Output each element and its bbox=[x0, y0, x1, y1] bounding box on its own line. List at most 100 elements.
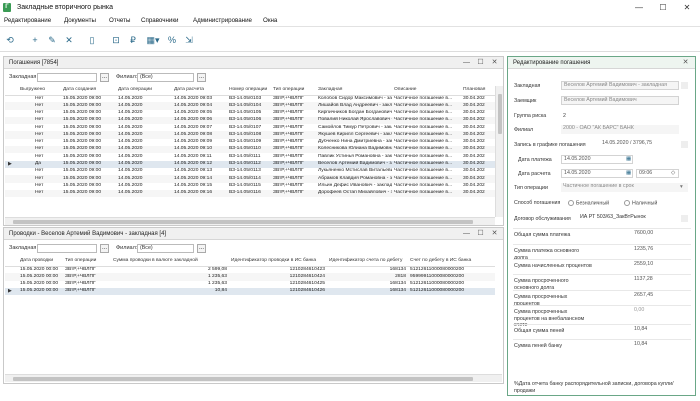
menu-windows[interactable]: Окна bbox=[263, 15, 277, 27]
sum-value[interactable]: 10,84 bbox=[632, 326, 687, 335]
menu-admin[interactable]: Администрирование bbox=[193, 15, 252, 27]
menu-edit[interactable]: Редактирование bbox=[4, 15, 51, 27]
delete-icon[interactable]: ✕ bbox=[63, 34, 75, 46]
payments-vscroll-thumb[interactable] bbox=[498, 94, 502, 134]
filter-branch-input[interactable]: (Все) bbox=[137, 244, 194, 253]
column-header[interactable]: Дата операции bbox=[116, 86, 172, 96]
pay-cash-radio[interactable]: Наличный bbox=[624, 200, 657, 207]
column-header[interactable]: Плановая bbox=[461, 86, 495, 96]
table-row[interactable]: 15.05.2020 00:00 ЗВтР,+ЧВЛПГ 10,84 12102846… bbox=[5, 287, 495, 296]
percent-icon[interactable]: % bbox=[166, 34, 178, 46]
schedule-field[interactable]: 14.05.2020 / 3796,75 bbox=[600, 140, 679, 149]
export-icon[interactable]: ⇲ bbox=[183, 34, 195, 46]
table-row[interactable]: Нет 15.05.2020 09:00 14.05.2020 14.05.2020 … bbox=[5, 153, 495, 160]
table-row[interactable]: Нет 15.05.2020 09:00 14.05.2020 14.05.2020 … bbox=[5, 175, 495, 183]
pledge-field[interactable]: Веселов Артемий Вадимович - закладная bbox=[561, 81, 679, 90]
borrower-field[interactable]: Веселов Артемий Вадимович bbox=[561, 96, 679, 105]
briefcase-icon[interactable]: ⊡ bbox=[110, 34, 122, 46]
contract-lookup-button[interactable] bbox=[681, 215, 688, 222]
panel-maximize-icon[interactable]: ☐ bbox=[476, 229, 485, 239]
document-icon[interactable]: ▯ bbox=[86, 34, 98, 46]
sum-value[interactable]: 1137,28 bbox=[632, 276, 687, 285]
minimize-button[interactable]: — bbox=[627, 2, 651, 13]
op-type-field[interactable]: Частичное погашение в срок bbox=[561, 183, 688, 192]
payments-hscroll-thumb[interactable] bbox=[13, 220, 473, 224]
table-cell: Частичное погашение в... bbox=[394, 168, 453, 174]
table-row[interactable]: 15.05.2020 00:00 ЗВтР,+ЧВЛПГ 2 599,08 12102… bbox=[5, 266, 495, 273]
column-header[interactable]: Идентификатор счета по дебету bbox=[327, 257, 408, 267]
sum-value[interactable]: 1235,76 bbox=[632, 246, 687, 255]
contract-field[interactable]: ИА РТ 503/63_ЗакВтРынок bbox=[578, 214, 679, 223]
table-row[interactable]: Нет 15.05.2020 09:00 14.05.2020 14.05.2020 … bbox=[5, 124, 495, 131]
pledge-lookup-button[interactable] bbox=[681, 82, 688, 89]
close-button[interactable]: ✕ bbox=[675, 2, 699, 13]
table-row[interactable]: 15.05.2020 00:00 ЗВтР,+ЧВЛПГ 1 235,63 12102… bbox=[5, 281, 495, 288]
column-header[interactable]: Счет по дебету в ИС банка bbox=[408, 257, 495, 267]
payments-hscroll[interactable] bbox=[5, 217, 495, 225]
table-row[interactable]: Нет 15.05.2020 09:00 14.05.2020 14.05.2020 … bbox=[5, 110, 495, 117]
column-header[interactable]: Дата создания bbox=[61, 86, 116, 96]
column-header[interactable]: Номер операции bbox=[227, 86, 271, 96]
filter-branch-dots-button[interactable]: ... bbox=[197, 244, 206, 253]
table-row[interactable]: Да 15.05.2020 09:00 14.05.2020 14.05.2020 0… bbox=[5, 160, 495, 168]
table-row[interactable]: Нет 15.05.2020 09:00 14.05.2020 14.05.2020 … bbox=[5, 146, 495, 154]
panel-close-icon[interactable]: ✕ bbox=[490, 229, 499, 239]
sum-value[interactable]: 10,84 bbox=[632, 341, 687, 350]
sum-value[interactable]: 7600,00 bbox=[632, 230, 687, 239]
maximize-button[interactable]: ☐ bbox=[651, 2, 675, 13]
column-header[interactable]: Закладная bbox=[316, 86, 392, 96]
calendar-icon[interactable]: ▦▾ bbox=[145, 34, 161, 46]
column-header[interactable]: Тип операции bbox=[271, 86, 316, 96]
column-header[interactable]: Тип операции bbox=[63, 257, 111, 267]
table-row[interactable]: Нет 15.05.2020 09:00 14.05.2020 14.05.2020 … bbox=[5, 131, 495, 139]
calendar-icon[interactable]: ▦ bbox=[626, 156, 631, 163]
filter-branch-dots-button[interactable]: ... bbox=[197, 73, 206, 82]
filter-pledge-input[interactable] bbox=[37, 73, 97, 82]
refresh-icon[interactable]: ⟲ bbox=[4, 34, 16, 46]
table-row[interactable]: Нет 15.05.2020 09:00 14.05.2020 14.05.2020 … bbox=[5, 168, 495, 175]
pay-cashless-radio[interactable]: Безналичный bbox=[568, 200, 609, 207]
ruble-icon[interactable]: ₽ bbox=[127, 34, 139, 46]
edit-icon[interactable]: ✎ bbox=[46, 34, 58, 46]
table-cell: Лукьяненко Мстислав Витальевич - закладн… bbox=[318, 168, 392, 174]
menu-reports[interactable]: Отчеты bbox=[109, 15, 130, 27]
panel-close-icon[interactable]: ✕ bbox=[490, 58, 499, 68]
filter-pledge-input[interactable] bbox=[37, 244, 97, 253]
menu-documents[interactable]: Документы bbox=[64, 15, 96, 27]
payments-vscroll[interactable] bbox=[495, 86, 503, 217]
table-cell: Частичное погашение в... bbox=[394, 182, 453, 188]
schedule-lookup-button[interactable] bbox=[681, 141, 688, 148]
calendar-icon[interactable]: ▦ bbox=[626, 170, 631, 177]
filter-pledge-dots-button[interactable]: ... bbox=[100, 244, 109, 253]
table-row[interactable]: Нет 15.05.2020 09:00 14.05.2020 14.05.2020 … bbox=[5, 95, 495, 102]
table-row[interactable]: Нет 15.05.2020 09:00 14.05.2020 14.05.2020 … bbox=[5, 102, 495, 110]
add-icon[interactable]: + bbox=[29, 34, 41, 46]
chevron-down-icon[interactable]: ▾ bbox=[680, 184, 683, 191]
table-row[interactable]: Нет 15.05.2020 09:00 14.05.2020 14.05.2020 … bbox=[5, 139, 495, 146]
panel-maximize-icon[interactable]: ☐ bbox=[476, 58, 485, 68]
sum-value[interactable]: 2559,10 bbox=[632, 261, 687, 270]
sum-value[interactable]: 0,00 bbox=[632, 307, 687, 316]
column-header[interactable]: Идентификатор проводки в ИС банка bbox=[229, 257, 327, 267]
calc-date-field[interactable]: 14.05.2020 bbox=[561, 169, 633, 178]
postings-hscroll[interactable] bbox=[5, 374, 502, 382]
table-row[interactable]: Нет 15.05.2020 09:00 14.05.2020 14.05.2020 … bbox=[5, 116, 495, 125]
column-header[interactable]: Сумма проводки в валюте закладной bbox=[111, 257, 229, 267]
filter-pledge-dots-button[interactable]: ... bbox=[100, 73, 109, 82]
column-header[interactable]: Выгружено bbox=[5, 86, 61, 96]
menu-references[interactable]: Справочники bbox=[141, 15, 178, 27]
time-spinner-icon[interactable]: ◇ bbox=[671, 170, 675, 177]
filter-branch-input[interactable]: (Все) bbox=[137, 73, 194, 82]
table-row[interactable]: Нет 15.05.2020 09:00 14.05.2020 14.05.2020 … bbox=[5, 183, 495, 190]
sum-value[interactable]: 2657,45 bbox=[632, 292, 687, 301]
panel-minimize-icon[interactable]: — bbox=[462, 58, 471, 68]
panel-minimize-icon[interactable]: — bbox=[462, 229, 471, 239]
column-header[interactable]: Дата расчета bbox=[172, 86, 227, 96]
column-header[interactable]: Описание bbox=[392, 86, 461, 96]
table-row[interactable]: Нет 15.05.2020 09:00 14.05.2020 14.05.2020 … bbox=[5, 189, 495, 198]
postings-hscroll-thumb[interactable] bbox=[13, 377, 473, 381]
editor-close-icon[interactable]: ✕ bbox=[681, 58, 690, 68]
pay-date-field[interactable]: 14.05.2020 bbox=[561, 155, 633, 164]
column-header[interactable]: Дата проводки bbox=[5, 257, 63, 267]
table-row[interactable]: 15.05.2020 00:00 ЗВтР,+ЧВЛПГ 1 235,63 12102… bbox=[5, 273, 495, 281]
